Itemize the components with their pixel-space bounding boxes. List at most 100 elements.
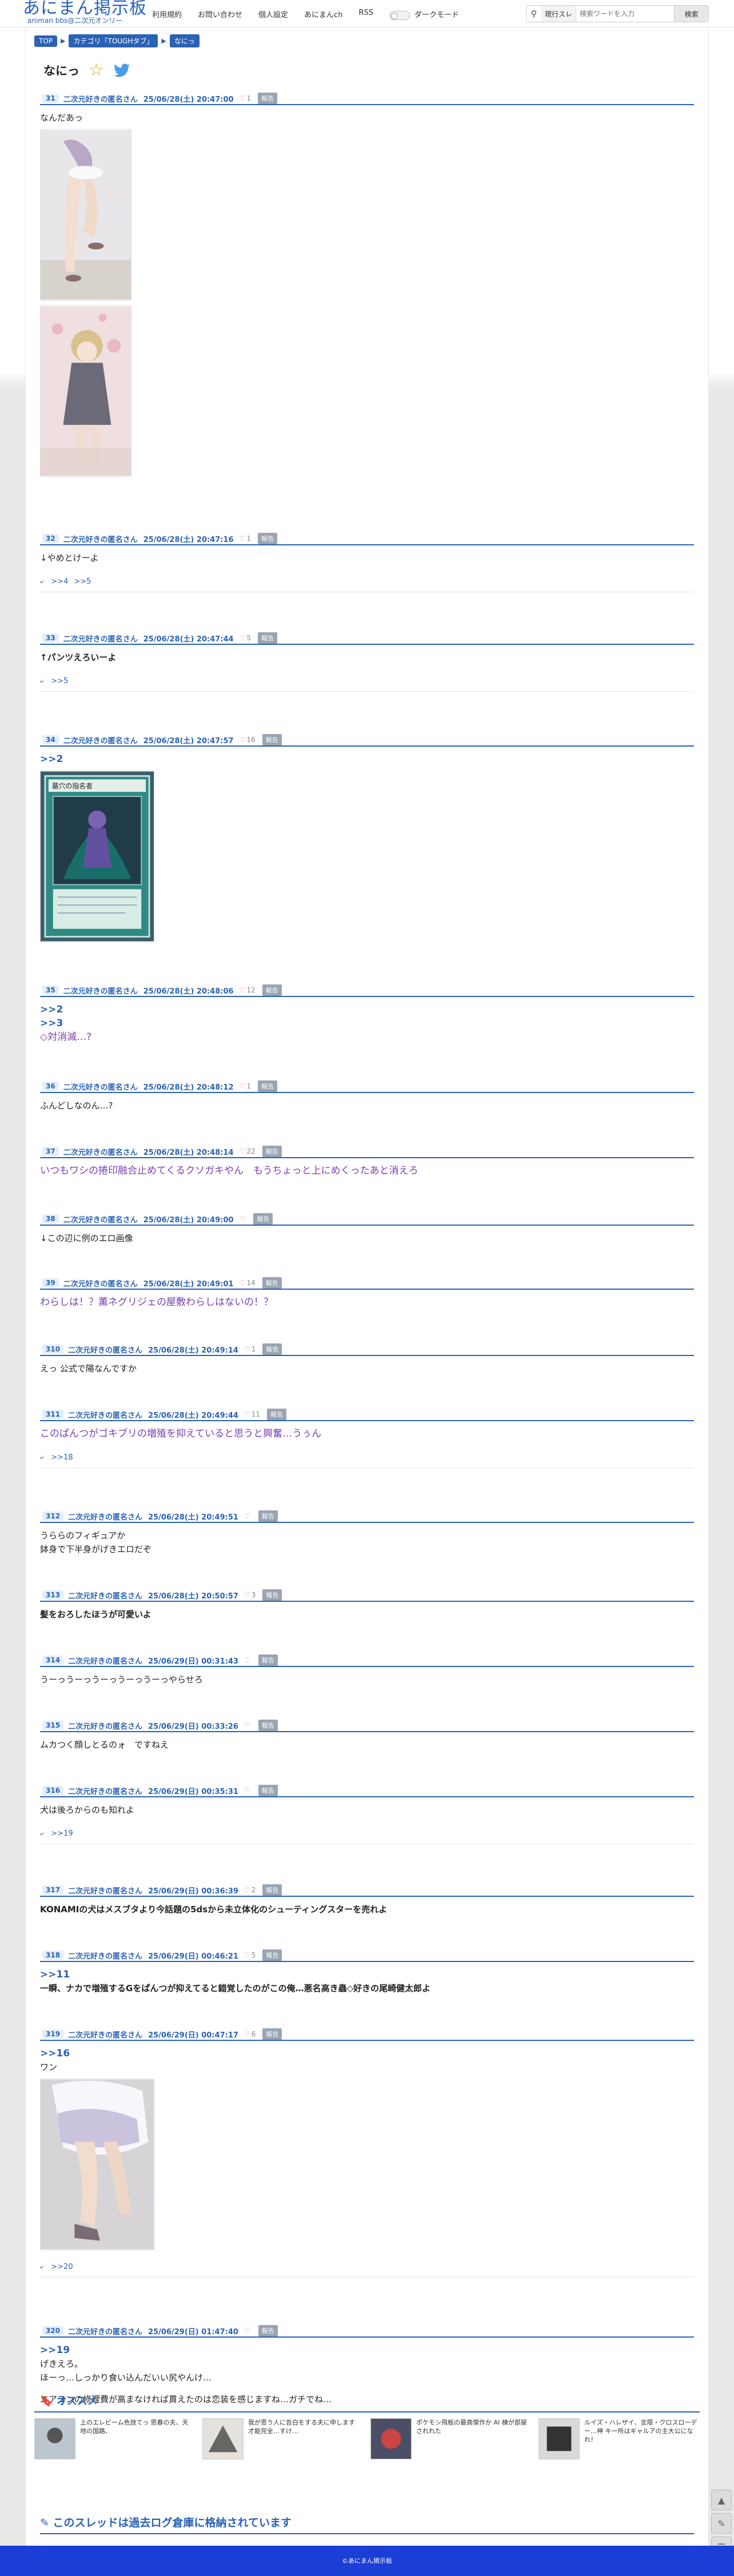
report-button[interactable]: 報告: [262, 984, 282, 996]
reply-link[interactable]: >>5: [51, 677, 68, 685]
like-button[interactable]: ♡: [240, 1215, 247, 1223]
reply-link[interactable]: >>4: [51, 577, 68, 586]
report-button[interactable]: 報告: [258, 1654, 278, 1666]
site-logo[interactable]: あにまん掲示板 animan bbs@二次元オンリー: [23, 0, 147, 25]
anchor-link[interactable]: >>19: [40, 2344, 70, 2356]
post-number[interactable]: 313: [42, 1590, 64, 1600]
anchor-link[interactable]: >>16: [40, 2048, 70, 2059]
post-number[interactable]: 318: [42, 1951, 64, 1960]
report-button[interactable]: 報告: [262, 734, 282, 745]
anchor-link[interactable]: >>2: [40, 1004, 63, 1015]
recommend-item[interactable]: 我が思う人に告白をする夫に申します 才能完全…すけ…: [202, 2418, 362, 2459]
nav-rss[interactable]: RSS: [358, 9, 373, 20]
nav-animanch[interactable]: あにまんch: [304, 9, 342, 20]
report-button[interactable]: 報告: [257, 93, 277, 104]
like-button[interactable]: ♡: [244, 1721, 252, 1729]
reply-link[interactable]: >>18: [51, 1453, 73, 1462]
like-button[interactable]: ♡: [244, 2327, 252, 2335]
search-button[interactable]: 検索: [674, 6, 708, 22]
search-scope-select[interactable]: 現行スレ: [541, 6, 577, 22]
like-button[interactable]: ♡: [244, 1787, 252, 1795]
report-button[interactable]: 報告: [258, 1785, 278, 1796]
reply-link[interactable]: >>5: [74, 577, 91, 586]
scroll-top-button[interactable]: ▲: [711, 2490, 732, 2510]
recommend-item[interactable]: ポケモン飛板の最高傑作か AI 棟が部屋されれた: [370, 2418, 530, 2459]
post-number[interactable]: 311: [42, 1410, 64, 1419]
toggle-switch[interactable]: [389, 10, 410, 20]
like-button[interactable]: ♡ 5: [240, 634, 251, 642]
post-number[interactable]: 32: [42, 534, 59, 543]
like-button[interactable]: ♡ 1: [240, 535, 251, 543]
anchor-link[interactable]: >>3: [40, 1018, 63, 1029]
like-button[interactable]: ♡ 1: [244, 1345, 256, 1353]
like-button[interactable]: ♡ 14: [240, 1279, 256, 1287]
report-button[interactable]: 報告: [262, 1884, 282, 1896]
like-button[interactable]: ♡: [244, 1512, 252, 1520]
breadcrumb-category[interactable]: カテゴリ「TOUGHタブ」: [69, 34, 158, 47]
post-number[interactable]: 39: [42, 1278, 59, 1287]
figure-photo-2[interactable]: [40, 305, 131, 477]
breadcrumb-thread[interactable]: なにっ: [169, 34, 200, 47]
nav-settings[interactable]: 個人設定: [258, 9, 288, 20]
post-number[interactable]: 36: [42, 1082, 59, 1091]
like-button[interactable]: ♡ 16: [240, 736, 256, 744]
report-button[interactable]: 報告: [253, 1213, 273, 1225]
figure-photo-1[interactable]: [40, 129, 131, 301]
like-button[interactable]: ♡ 1: [240, 1082, 251, 1090]
report-button[interactable]: 報告: [266, 1409, 286, 1420]
post-number[interactable]: 315: [42, 1721, 64, 1730]
post-number[interactable]: 310: [42, 1345, 64, 1354]
card-image[interactable]: 墓穴の指名者: [40, 771, 154, 942]
report-button[interactable]: 報告: [262, 2028, 282, 2040]
anchor-link[interactable]: >>2: [40, 753, 63, 765]
recommend-item[interactable]: 上のエレビーム色放てっ 思春の夫、天地の国路、: [34, 2418, 194, 2459]
report-button[interactable]: 報告: [262, 1589, 282, 1601]
like-button[interactable]: ♡ 5: [244, 1951, 256, 1959]
breadcrumb-top[interactable]: TOP: [34, 35, 58, 47]
like-button[interactable]: ♡ 2: [244, 1886, 256, 1894]
post-header: 310 二次元好きの匿名さん 25/06/28(土) 20:49:14 ♡ 1 報…: [40, 1343, 694, 1356]
reply-link[interactable]: >>20: [51, 2263, 73, 2271]
post-number[interactable]: 314: [42, 1656, 64, 1665]
search-input[interactable]: [576, 10, 663, 18]
like-button[interactable]: ♡ 11: [244, 1410, 260, 1418]
report-button[interactable]: 報告: [262, 1146, 282, 1157]
report-button[interactable]: 報告: [258, 2325, 278, 2336]
report-button[interactable]: 報告: [262, 1949, 282, 1961]
favorite-star-icon[interactable]: ☆: [89, 62, 104, 79]
like-button[interactable]: ♡ 12: [240, 986, 256, 994]
like-button[interactable]: ♡ 1: [240, 94, 251, 102]
like-button[interactable]: ♡ 3: [244, 1591, 256, 1599]
like-button[interactable]: ♡ 6: [244, 2030, 256, 2038]
dark-mode-toggle[interactable]: ダークモード: [389, 9, 459, 20]
report-button[interactable]: 報告: [257, 533, 277, 544]
post-number[interactable]: 320: [42, 2326, 64, 2335]
post-number[interactable]: 316: [42, 1786, 64, 1795]
figure-photo-3[interactable]: [40, 2079, 154, 2250]
report-button[interactable]: 報告: [262, 1277, 282, 1289]
post-number[interactable]: 34: [42, 735, 59, 744]
nav-contact[interactable]: お問い合わせ: [198, 9, 242, 20]
anchor-link[interactable]: >>11: [40, 1969, 70, 1980]
post-31: 31 二次元好きの匿名さん 25/06/28(土) 20:47:00 ♡ 1 報告…: [40, 93, 694, 477]
like-button[interactable]: ♡ 22: [240, 1147, 256, 1155]
like-button[interactable]: ♡: [244, 1656, 252, 1664]
report-button[interactable]: 報告: [258, 1510, 278, 1522]
nav-terms[interactable]: 利用規約: [152, 9, 182, 20]
post-number[interactable]: 37: [42, 1147, 59, 1156]
post-number[interactable]: 312: [42, 1512, 64, 1521]
recommend-item[interactable]: ルイズ・ハレザイ、言限・クロスローデー…神 キー所はギャルアの主大公になれ！: [538, 2418, 699, 2459]
report-button[interactable]: 報告: [258, 1720, 278, 1731]
post-number[interactable]: 319: [42, 2029, 64, 2039]
post-number[interactable]: 38: [42, 1214, 59, 1223]
twitter-bird-icon[interactable]: [113, 63, 130, 78]
report-button[interactable]: 報告: [262, 1343, 282, 1355]
post-number[interactable]: 33: [42, 633, 59, 643]
write-button[interactable]: ✎: [711, 2513, 732, 2534]
post-number[interactable]: 31: [42, 94, 59, 103]
post-number[interactable]: 35: [42, 986, 59, 995]
reply-link[interactable]: >>19: [51, 1829, 73, 1838]
report-button[interactable]: 報告: [257, 632, 277, 644]
post-number[interactable]: 317: [42, 1885, 64, 1895]
report-button[interactable]: 報告: [257, 1080, 277, 1092]
